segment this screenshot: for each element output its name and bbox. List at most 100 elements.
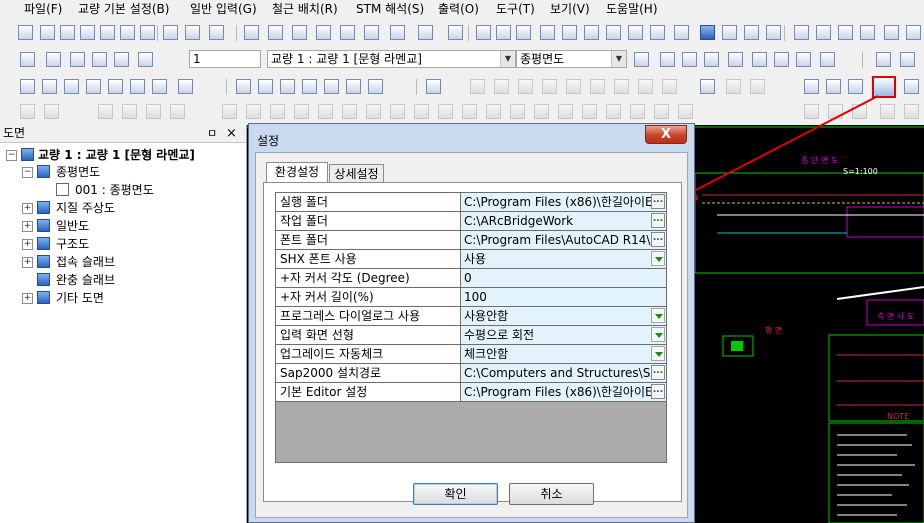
- chevron-down-icon[interactable]: [651, 251, 665, 266]
- drawing-icon-2[interactable]: [70, 52, 85, 67]
- rebar-icon-6[interactable]: [584, 25, 599, 40]
- rebar-icon-14[interactable]: [766, 25, 781, 40]
- browse-button[interactable]: ...: [651, 384, 665, 399]
- input-icon-2[interactable]: [268, 25, 283, 40]
- rebar-icon-4[interactable]: [540, 25, 555, 40]
- save-all-icon[interactable]: [80, 25, 95, 40]
- tree-item[interactable]: + 구조도: [0, 235, 246, 253]
- tree-item[interactable]: 완충 슬래브: [0, 271, 246, 289]
- stm-icon-2[interactable]: [816, 25, 831, 40]
- zoom-window-icon[interactable]: [20, 79, 35, 94]
- tree-item[interactable]: + 접속 슬래브: [0, 253, 246, 271]
- chevron-down-icon[interactable]: [651, 327, 665, 342]
- zoom-dynamic-icon[interactable]: [42, 79, 57, 94]
- cancel-button[interactable]: 취소: [509, 483, 594, 505]
- browse-button[interactable]: ...: [651, 213, 665, 228]
- lc-icon[interactable]: [700, 25, 715, 40]
- pan-hand-icon[interactable]: [178, 79, 193, 94]
- fit-icon[interactable]: [700, 79, 715, 94]
- drawing-settings-icon[interactable]: [634, 52, 649, 67]
- edit-icon[interactable]: [848, 79, 863, 94]
- export-icon[interactable]: [904, 79, 919, 94]
- page-number-input[interactable]: 1: [189, 50, 261, 68]
- menu-rebar[interactable]: 철근 배치(R): [272, 1, 338, 17]
- dimension-icon[interactable]: [804, 79, 819, 94]
- expand-icon[interactable]: +: [22, 221, 33, 232]
- grid-value[interactable]: 사용: [461, 250, 666, 268]
- input-icon-1[interactable]: [244, 25, 259, 40]
- input-icon-5[interactable]: [340, 25, 355, 40]
- rebar-icon-2[interactable]: [496, 25, 511, 40]
- grid-value[interactable]: C:\Program Files\AutoCAD R14\...: [461, 231, 666, 249]
- drawing-icon-1[interactable]: [46, 52, 61, 67]
- menu-file[interactable]: 파일(F): [24, 1, 62, 17]
- grid-value[interactable]: 0: [461, 269, 666, 287]
- menu-bridge-settings[interactable]: 교량 기본 설정(B): [78, 1, 169, 17]
- new-file-icon[interactable]: [18, 25, 33, 40]
- print-setup-icon[interactable]: [185, 25, 200, 40]
- browse-button[interactable]: ...: [651, 232, 665, 247]
- tree-item[interactable]: + 지질 주상도: [0, 199, 246, 217]
- tree-root[interactable]: − 교량 1 : 교량 1 [문형 라멘교]: [0, 146, 246, 164]
- grid-value[interactable]: 사용안함: [461, 307, 666, 325]
- expand-icon[interactable]: +: [22, 203, 33, 214]
- zoom-all-icon[interactable]: [86, 79, 101, 94]
- paste-icon[interactable]: [140, 25, 155, 40]
- recent-icon[interactable]: [100, 25, 115, 40]
- rebar-icon-10[interactable]: [674, 25, 689, 40]
- collapse-icon[interactable]: −: [6, 150, 17, 161]
- rebar-icon-8[interactable]: [628, 25, 643, 40]
- stm-icon-4[interactable]: [860, 25, 875, 40]
- preview-icon[interactable]: [209, 25, 224, 40]
- browse-button[interactable]: ...: [651, 194, 665, 209]
- next-page-icon[interactable]: [752, 52, 767, 67]
- grid-value[interactable]: 체크안함: [461, 345, 666, 363]
- grid-value[interactable]: 100: [461, 288, 666, 306]
- zoom-extents-icon[interactable]: [64, 79, 79, 94]
- drawing-icon-4[interactable]: [114, 52, 129, 67]
- move-icon[interactable]: [900, 52, 915, 67]
- menu-help[interactable]: 도움말(H): [606, 1, 658, 17]
- perpendicular-icon[interactable]: [368, 79, 383, 94]
- polyline-icon[interactable]: [258, 79, 273, 94]
- close-icon[interactable]: ×: [226, 125, 237, 142]
- line-icon[interactable]: [236, 79, 251, 94]
- table-icon[interactable]: [826, 79, 841, 94]
- expand-icon[interactable]: +: [22, 293, 33, 304]
- checkbox-icon[interactable]: [20, 52, 35, 67]
- grid-value[interactable]: C:\Program Files (x86)\한길아이E...: [461, 193, 666, 211]
- circle-icon[interactable]: [302, 79, 317, 94]
- prev-icon[interactable]: [682, 52, 697, 67]
- input-icon-4[interactable]: [316, 25, 331, 40]
- copy-page-icon[interactable]: [728, 52, 743, 67]
- stm-icon-3[interactable]: [838, 25, 853, 40]
- menu-stm[interactable]: STM 해석(S): [356, 1, 424, 17]
- drawing-icon-5[interactable]: [138, 52, 153, 67]
- input-icon-9[interactable]: [448, 25, 463, 40]
- zoom-prev-icon[interactable]: [152, 79, 167, 94]
- input-icon-3[interactable]: [292, 25, 307, 40]
- menu-general-input[interactable]: 일반 입력(G): [190, 1, 257, 17]
- prev-page-icon[interactable]: [704, 52, 719, 67]
- first-icon[interactable]: [660, 52, 675, 67]
- save-icon[interactable]: [60, 25, 75, 40]
- chevron-down-icon[interactable]: [651, 308, 665, 323]
- pin-icon[interactable]: ㅁ: [207, 125, 217, 142]
- browse-button[interactable]: ...: [651, 365, 665, 380]
- rebar-icon-3[interactable]: [516, 25, 531, 40]
- select-icon[interactable]: [426, 79, 441, 94]
- menu-output[interactable]: 출력(O): [438, 1, 479, 17]
- bridge-select[interactable]: 교량 1 : 교량 1 [문형 라멘교] ▼: [267, 50, 516, 68]
- tree-doc[interactable]: 001 : 종평면도: [0, 181, 246, 199]
- refresh-icon[interactable]: [820, 52, 835, 67]
- grid-value[interactable]: C:\Computers and Structures\SAF...: [461, 364, 666, 382]
- cross-icon[interactable]: [280, 79, 295, 94]
- drawing-icon-3[interactable]: [92, 52, 107, 67]
- next-icon[interactable]: [774, 52, 789, 67]
- cut-icon[interactable]: [120, 25, 135, 40]
- expand-icon[interactable]: +: [22, 257, 33, 268]
- chevron-down-icon[interactable]: [651, 346, 665, 361]
- stm-icon-6[interactable]: [906, 25, 921, 40]
- tree-item[interactable]: + 기타 도면: [0, 289, 246, 307]
- zoom-in-icon[interactable]: [108, 79, 123, 94]
